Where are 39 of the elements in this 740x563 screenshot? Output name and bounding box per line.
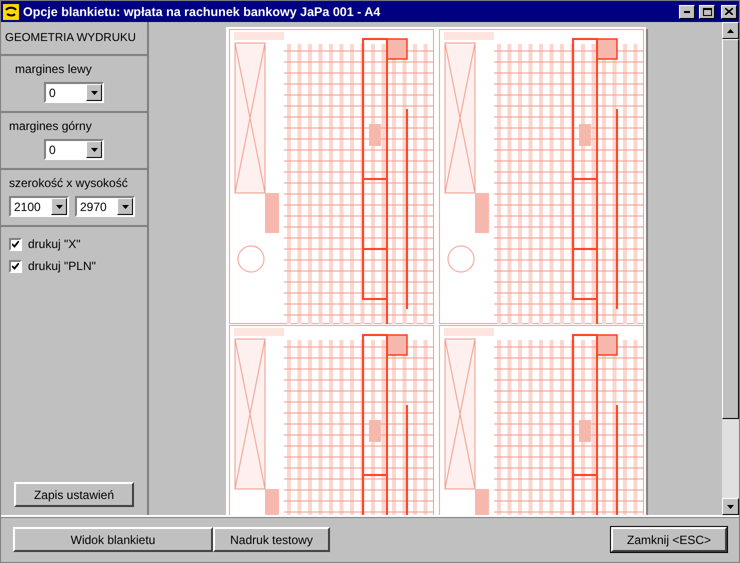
down-arrow-icon: [122, 204, 128, 208]
dropdown-button[interactable]: [51, 198, 67, 215]
checkbox[interactable]: [9, 260, 22, 272]
maximize-button[interactable]: [699, 4, 715, 18]
field-label: margines lewy: [14, 62, 93, 76]
footer-button[interactable]: Nadruk testowy: [213, 527, 330, 552]
minimize-button[interactable]: [679, 4, 695, 18]
scrollbar[interactable]: [722, 22, 739, 515]
checkbox[interactable]: [9, 238, 22, 250]
dropdown-field[interactable]: 2970: [75, 196, 135, 217]
checkmark-icon: [12, 262, 19, 270]
minimize-icon: [684, 10, 690, 12]
scroll-thumb[interactable]: [722, 39, 739, 419]
dropdown-button[interactable]: [86, 84, 102, 101]
window-title: Opcje blankietu: wpłata na rachunek bankowy JaPa 001 - A4: [23, 4, 382, 18]
checkmark-icon: [12, 240, 19, 248]
close-icon: [725, 8, 733, 15]
scroll-up-button[interactable]: [722, 22, 739, 39]
down-arrow-icon: [90, 90, 98, 94]
dropdown-button[interactable]: [117, 198, 133, 215]
down-arrow-icon: [727, 504, 734, 508]
dropdown-button[interactable]: [86, 141, 102, 158]
checkbox-label: drukuj "X": [28, 237, 81, 251]
down-arrow-icon: [90, 148, 98, 152]
checkbox-label: drukuj "PLN": [28, 259, 96, 273]
down-arrow-icon: [56, 204, 62, 208]
dropdown-field[interactable]: 2100: [9, 196, 69, 217]
dropdown-field[interactable]: 0: [44, 139, 104, 160]
field-label: szerokość x wysokość: [9, 176, 129, 190]
save-settings-button[interactable]: Zapis ustawień: [14, 482, 134, 507]
scroll-down-button[interactable]: [722, 498, 739, 515]
dropdown-field[interactable]: 0: [44, 82, 104, 103]
field-label: margines górny: [9, 119, 93, 133]
footer-button[interactable]: Widok blankietu: [13, 527, 213, 552]
section-heading: GEOMETRIA WYDRUKU: [5, 31, 136, 46]
close-dialog-button[interactable]: Zamknij <ESC>: [611, 527, 727, 552]
close-button[interactable]: [721, 4, 737, 18]
up-arrow-icon: [727, 28, 734, 32]
maximize-icon: [702, 8, 712, 16]
